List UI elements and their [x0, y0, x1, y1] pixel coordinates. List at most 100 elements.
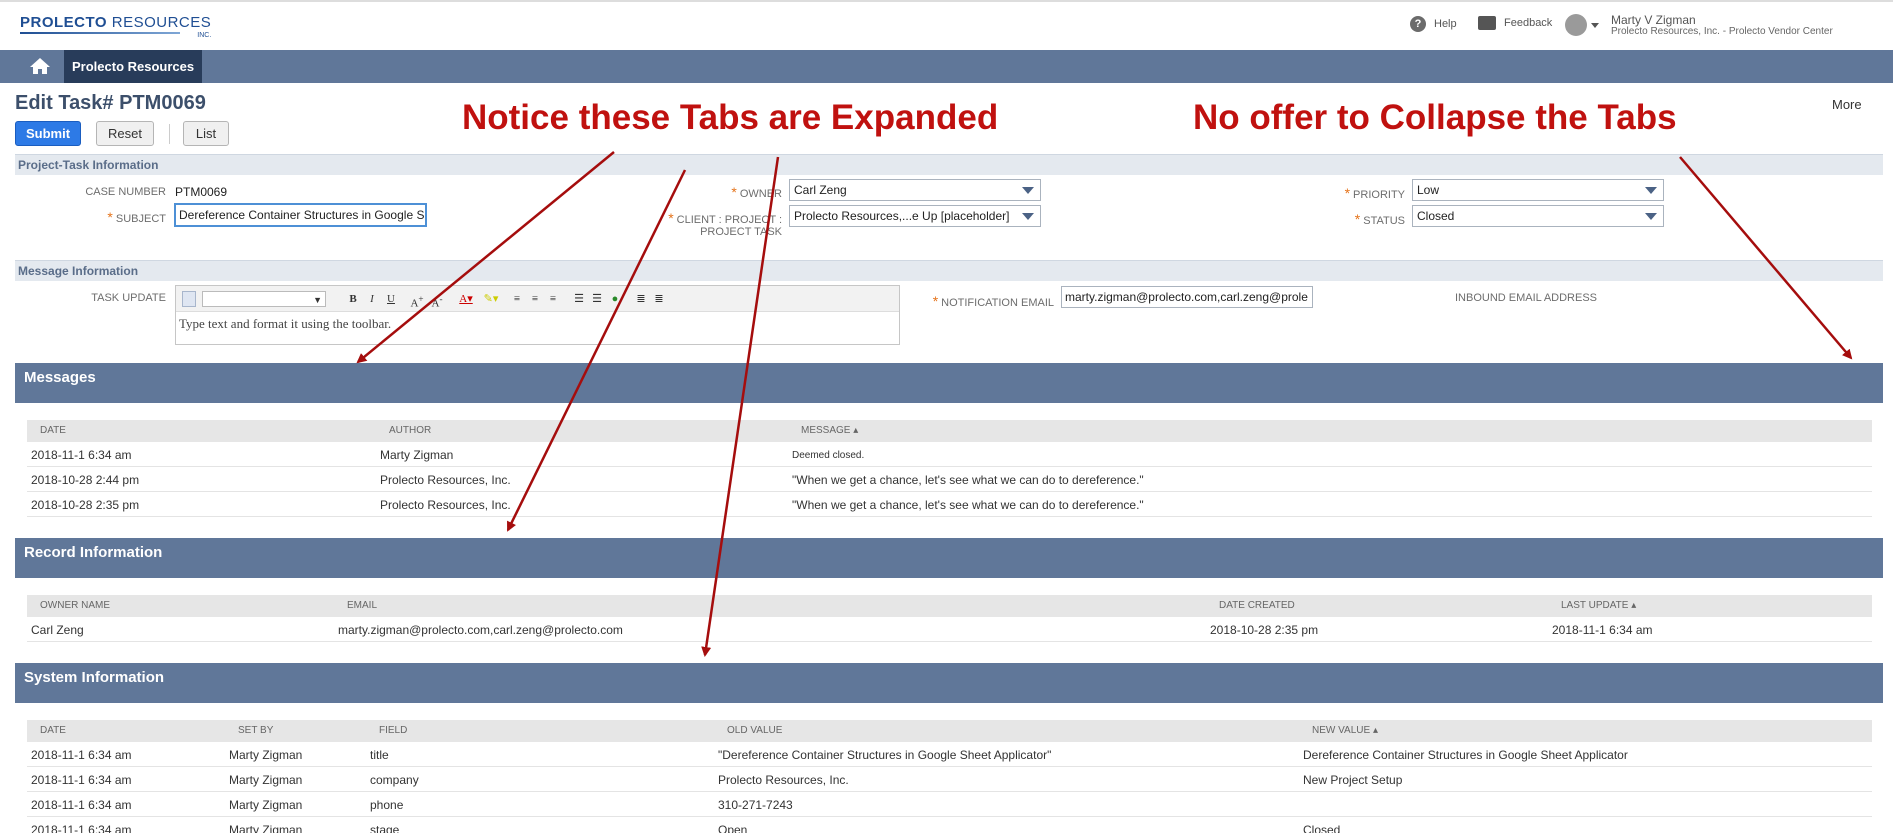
cell-old-value: Open — [718, 823, 748, 833]
cell-date: 2018-10-28 2:44 pm — [31, 473, 140, 487]
editor-body[interactable]: Type text and format it using the toolba… — [176, 312, 899, 336]
cell-new-value: Dereference Container Structures in Goog… — [1303, 748, 1628, 762]
submit-button[interactable]: Submit — [15, 121, 81, 146]
table-row[interactable]: 2018-11-1 6:34 am Marty Zigman stage Ope… — [27, 817, 1872, 833]
underline-icon[interactable]: U — [384, 291, 398, 307]
cell-date: 2018-11-1 6:34 am — [31, 448, 132, 462]
status-select[interactable]: Closed — [1412, 205, 1664, 227]
case-number-value: PTM0069 — [175, 185, 228, 199]
column-header-email[interactable]: EMAIL — [347, 600, 377, 611]
tab-record-information[interactable]: Record Information — [15, 538, 1883, 578]
font-size-up-icon[interactable]: A+ — [409, 291, 425, 310]
column-header-new-value[interactable]: NEW VALUE ▴ — [1312, 725, 1378, 736]
notification-email-input[interactable]: marty.zigman@prolecto.com,carl.zeng@prol… — [1061, 286, 1313, 308]
feedback-link[interactable]: Feedback — [1478, 16, 1552, 30]
highlight-icon[interactable]: ✎▾ — [481, 291, 501, 307]
outdent-icon[interactable]: ≣ — [634, 291, 648, 307]
cell-date: 2018-11-1 6:34 am — [31, 798, 132, 812]
table-row[interactable]: 2018-11-1 6:34 am Marty Zigman company P… — [27, 767, 1872, 792]
top-header: PROLECTO RESOURCES INC. ? Help Feedback … — [0, 0, 1893, 50]
numbered-list-icon[interactable]: ☰ — [572, 291, 586, 307]
cell-set-by: Marty Zigman — [229, 748, 303, 762]
column-header-date-created[interactable]: DATE CREATED — [1219, 600, 1295, 611]
align-right-icon[interactable]: ≡ — [546, 291, 560, 307]
bullet-list-icon[interactable]: ☰ — [590, 291, 604, 307]
company-logo[interactable]: PROLECTO RESOURCES INC. — [20, 14, 211, 39]
cell-old-value: 310-271-7243 — [718, 798, 793, 812]
table-header: OWNER NAME EMAIL DATE CREATED LAST UPDAT… — [27, 595, 1872, 617]
tab-messages[interactable]: Messages — [15, 363, 1883, 403]
client-project-label: * CLIENT : PROJECT : PROJECT TASK — [668, 210, 782, 238]
column-header-author[interactable]: AUTHOR — [389, 425, 431, 436]
cell-date: 2018-11-1 6:34 am — [31, 748, 132, 762]
font-color-icon[interactable]: A▾ — [456, 291, 476, 307]
annotation-no-collapse: No offer to Collapse the Tabs — [1193, 98, 1677, 137]
cell-field: title — [370, 748, 389, 762]
feedback-label: Feedback — [1504, 17, 1553, 29]
client-project-select[interactable]: Prolecto Resources,...e Up [placeholder] — [789, 205, 1041, 227]
inbound-email-label: INBOUND EMAIL ADDRESS — [1455, 292, 1598, 304]
user-role: Prolecto Resources, Inc. - Prolecto Vend… — [1611, 26, 1833, 37]
cell-date: 2018-10-28 2:35 pm — [31, 498, 140, 512]
table-row[interactable]: Carl Zeng marty.zigman@prolecto.com,carl… — [27, 617, 1872, 642]
cell-set-by: Marty Zigman — [229, 773, 303, 787]
subject-label: * SUBJECT — [107, 209, 166, 225]
more-link[interactable]: More — [1832, 97, 1862, 112]
dropdown-arrow-icon — [1645, 213, 1657, 220]
table-row[interactable]: 2018-11-1 6:34 am Marty Zigman Deemed cl… — [27, 442, 1872, 467]
section-message-information[interactable]: Message Information — [15, 260, 1883, 281]
section-project-task[interactable]: Project-Task Information — [15, 154, 1883, 175]
system-info-table: DATE SET BY FIELD OLD VALUE NEW VALUE ▴ … — [27, 720, 1872, 833]
cell-date-created: 2018-10-28 2:35 pm — [1210, 623, 1319, 637]
column-header-message[interactable]: MESSAGE ▴ — [801, 425, 858, 436]
help-label: Help — [1434, 18, 1457, 30]
list-button[interactable]: List — [183, 121, 229, 146]
font-size-down-icon[interactable]: A- — [429, 291, 445, 310]
priority-select[interactable]: Low — [1412, 179, 1664, 201]
user-name: Marty V Zigman — [1611, 13, 1696, 27]
owner-select[interactable]: Carl Zeng — [789, 179, 1041, 201]
format-select[interactable]: ▼ — [202, 291, 326, 307]
italic-icon[interactable]: I — [365, 291, 379, 307]
cell-author: Prolecto Resources, Inc. — [380, 473, 511, 487]
subject-input[interactable]: Dereference Container Structures in Goog… — [174, 203, 427, 227]
user-menu[interactable]: Marty V Zigman Prolecto Resources, Inc. … — [1565, 14, 1833, 37]
chevron-down-icon — [1591, 23, 1599, 28]
table-row[interactable]: 2018-10-28 2:35 pm Prolecto Resources, I… — [27, 492, 1872, 517]
align-left-icon[interactable]: ≡ — [510, 291, 524, 307]
column-header-old-value[interactable]: OLD VALUE — [727, 725, 782, 736]
cell-set-by: Marty Zigman — [229, 823, 303, 833]
cell-field: company — [370, 773, 419, 787]
main-navbar: Prolecto Resources — [0, 50, 1893, 83]
column-header-set-by[interactable]: SET BY — [238, 725, 273, 736]
nav-tab-prolecto-resources[interactable]: Prolecto Resources — [64, 50, 203, 83]
column-header-owner-name[interactable]: OWNER NAME — [40, 600, 110, 611]
align-center-icon[interactable]: ≡ — [528, 291, 542, 307]
column-header-field[interactable]: FIELD — [379, 725, 407, 736]
reset-button[interactable]: Reset — [96, 121, 154, 146]
bold-icon[interactable]: B — [346, 291, 360, 307]
cell-message: "When we get a chance, let's see what we… — [792, 498, 1144, 512]
tab-system-information[interactable]: System Information — [15, 663, 1883, 703]
cell-new-value: New Project Setup — [1303, 773, 1403, 787]
column-header-last-update[interactable]: LAST UPDATE ▴ — [1561, 600, 1636, 611]
table-header: DATE AUTHOR MESSAGE ▴ — [27, 420, 1872, 442]
source-icon[interactable] — [182, 291, 196, 307]
cell-old-value: "Dereference Container Structures in Goo… — [718, 748, 1052, 762]
cell-email: marty.zigman@prolecto.com,carl.zeng@prol… — [338, 623, 623, 637]
column-header-date[interactable]: DATE — [40, 725, 66, 736]
cell-message: "When we get a chance, let's see what we… — [792, 473, 1144, 487]
task-update-editor[interactable]: ▼ B I U A+ A- A▾ ✎▾ ≡ ≡ ≡ ☰ ☰ ● ≣ ≣ Type… — [175, 285, 900, 345]
table-row[interactable]: 2018-11-1 6:34 am Marty Zigman phone 310… — [27, 792, 1872, 817]
link-icon[interactable]: ● — [608, 291, 622, 307]
cell-date: 2018-11-1 6:34 am — [31, 773, 132, 787]
feedback-icon — [1478, 16, 1496, 30]
owner-label: * OWNER — [731, 184, 782, 200]
table-row[interactable]: 2018-11-1 6:34 am Marty Zigman title "De… — [27, 742, 1872, 767]
cell-date: 2018-11-1 6:34 am — [31, 823, 132, 833]
column-header-date[interactable]: DATE — [40, 425, 66, 436]
help-link[interactable]: ? Help — [1410, 16, 1457, 32]
home-icon[interactable] — [28, 56, 52, 76]
indent-icon[interactable]: ≣ — [652, 291, 666, 307]
table-row[interactable]: 2018-10-28 2:44 pm Prolecto Resources, I… — [27, 467, 1872, 492]
